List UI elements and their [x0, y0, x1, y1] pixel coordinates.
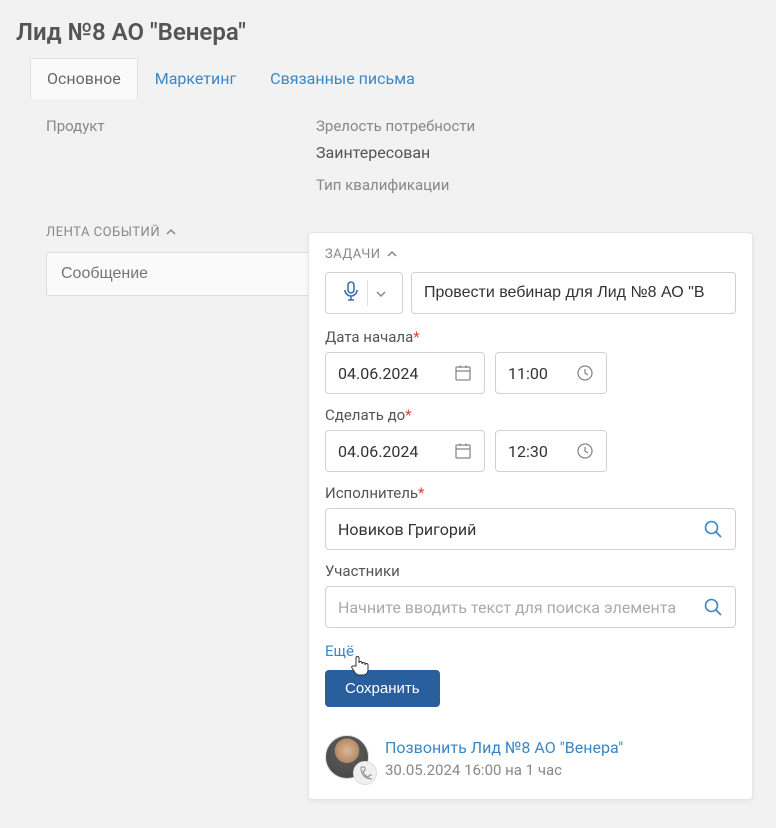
maturity-label: Зрелость потребности: [316, 117, 746, 135]
tasks-panel: ЗАДАЧИ Дата начала* 04.06.2024 11:00: [308, 232, 753, 800]
phone-icon: [353, 761, 377, 785]
tabs: Основное Маркетинг Связанные письма: [14, 58, 776, 99]
calendar-icon: [454, 364, 472, 382]
tab-related-emails[interactable]: Связанные письма: [253, 58, 432, 99]
maturity-value: Заинтересован: [316, 143, 746, 162]
page-title: Лид №8 АО "Венера": [0, 0, 776, 58]
more-link[interactable]: Ещё: [325, 642, 354, 660]
microphone-icon: [343, 281, 359, 305]
participants-label: Участники: [325, 562, 736, 580]
calendar-icon: [454, 442, 472, 460]
message-input[interactable]: [46, 252, 316, 296]
assignee-input[interactable]: Новиков Григорий: [325, 508, 736, 550]
start-time-input[interactable]: 11:00: [495, 352, 607, 394]
assignee-label: Исполнитель*: [325, 484, 736, 502]
start-date-value: 04.06.2024: [338, 364, 418, 383]
chevron-up-icon: [166, 225, 176, 240]
due-time-input[interactable]: 12:30: [495, 430, 607, 472]
participants-placeholder: Начните вводить текст для поиска элемент…: [338, 598, 676, 617]
tab-marketing[interactable]: Маркетинг: [138, 58, 253, 99]
chevron-down-icon: [376, 284, 386, 302]
voice-input-button[interactable]: [325, 272, 403, 314]
product-label: Продукт: [46, 117, 316, 135]
search-icon[interactable]: [703, 597, 723, 617]
clock-icon: [576, 364, 594, 382]
task-title-input[interactable]: [411, 272, 736, 314]
assignee-value: Новиков Григорий: [338, 520, 476, 539]
feed-section-header[interactable]: ЛЕНТА СОБЫТИЙ: [46, 225, 316, 240]
search-icon[interactable]: [703, 519, 723, 539]
start-date-input[interactable]: 04.06.2024: [325, 352, 485, 394]
clock-icon: [576, 442, 594, 460]
save-button[interactable]: Сохранить: [325, 670, 440, 707]
avatar: [325, 735, 371, 781]
tasks-section-header[interactable]: ЗАДАЧИ: [325, 247, 736, 262]
feed-header-text: ЛЕНТА СОБЫТИЙ: [46, 225, 160, 240]
start-date-label: Дата начала*: [325, 328, 736, 346]
due-date-value: 04.06.2024: [338, 442, 418, 461]
due-time-value: 12:30: [508, 442, 548, 461]
participants-input[interactable]: Начните вводить текст для поиска элемент…: [325, 586, 736, 628]
qualification-label: Тип квалификации: [316, 176, 746, 194]
due-date-label: Сделать до*: [325, 406, 736, 424]
existing-task-meta: 30.05.2024 16:00 на 1 час: [385, 761, 623, 779]
start-time-value: 11:00: [508, 364, 548, 383]
tasks-header-text: ЗАДАЧИ: [325, 247, 381, 262]
tab-main[interactable]: Основное: [30, 58, 138, 99]
existing-task-item[interactable]: Позвонить Лид №8 АО "Венера" 30.05.2024 …: [325, 727, 736, 781]
due-date-input[interactable]: 04.06.2024: [325, 430, 485, 472]
existing-task-title[interactable]: Позвонить Лид №8 АО "Венера": [385, 738, 623, 757]
chevron-up-icon: [387, 247, 397, 262]
